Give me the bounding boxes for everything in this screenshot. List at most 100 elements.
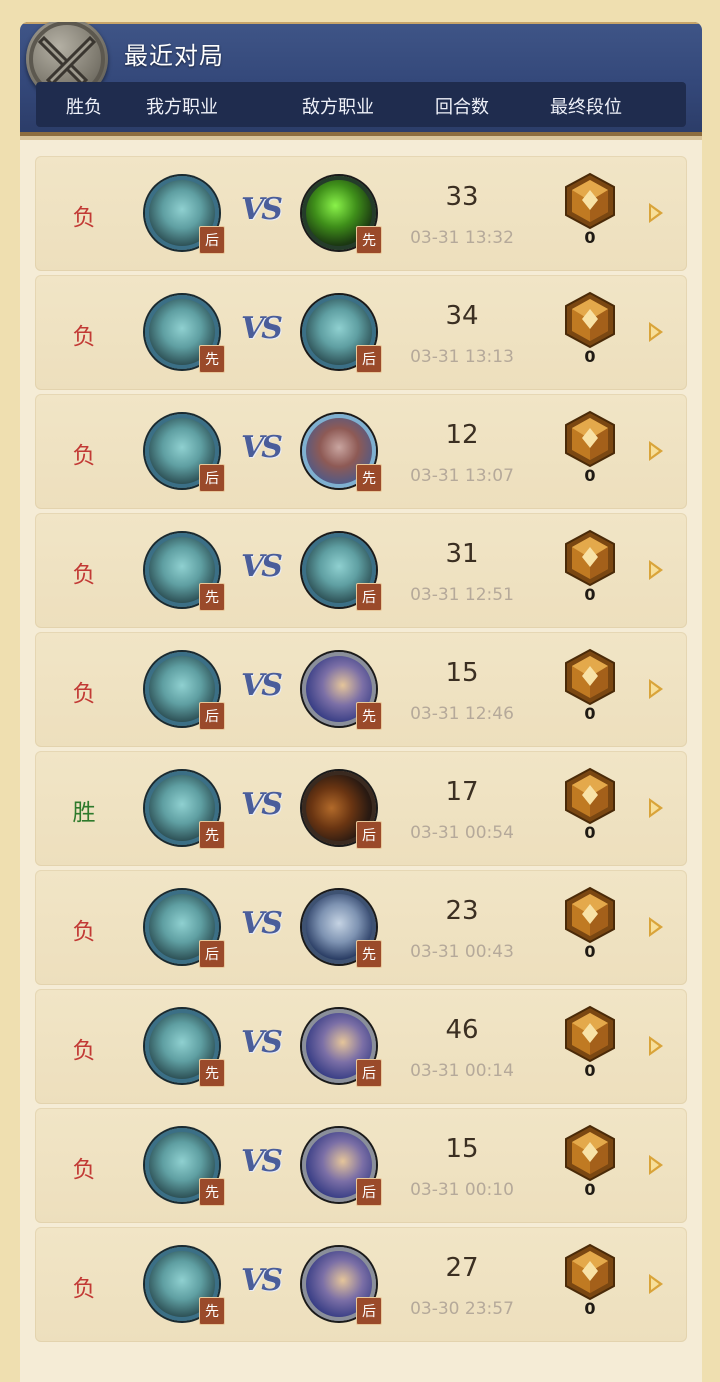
my-class-mage-icon: 先 <box>145 1128 225 1206</box>
match-row[interactable]: 负 先 VS 后 46 03-31 00:14 0 <box>35 989 687 1104</box>
column-my-class: 我方职业 <box>146 97 218 118</box>
opponent-turn-order-badge: 先 <box>356 940 382 968</box>
match-time: 03-31 12:51 <box>410 585 514 605</box>
column-final-rank: 最终段位 <box>550 97 622 118</box>
vs-icon: VS <box>241 192 283 227</box>
match-result: 胜 <box>72 800 96 826</box>
opponent-class-priest-icon: 后 <box>302 1247 382 1325</box>
match-row[interactable]: 负 先 VS 后 31 03-31 12:51 0 <box>35 513 687 628</box>
opponent-class-warrior-icon: 先 <box>302 890 382 968</box>
opponent-turn-order-badge: 后 <box>356 1297 382 1325</box>
my-class-mage-icon: 先 <box>145 771 225 849</box>
match-result: 负 <box>72 919 96 945</box>
play-arrow-icon[interactable] <box>649 441 663 461</box>
play-arrow-icon[interactable] <box>649 798 663 818</box>
match-time: 03-31 13:07 <box>410 466 514 486</box>
rank-value: 0 <box>584 228 596 247</box>
match-result: 负 <box>72 562 96 588</box>
opponent-turn-order-badge: 后 <box>356 821 382 849</box>
match-row[interactable]: 负 先 VS 后 15 03-31 00:10 0 <box>35 1108 687 1223</box>
play-arrow-icon[interactable] <box>649 917 663 937</box>
match-row[interactable]: 胜 先 VS 后 17 03-31 00:54 0 <box>35 751 687 866</box>
match-row[interactable]: 负 先 VS 后 34 03-31 13:13 0 <box>35 275 687 390</box>
rank-gem-icon: 0 <box>563 291 617 371</box>
turn-count: 23 <box>445 896 479 926</box>
rank-value: 0 <box>584 704 596 723</box>
match-row[interactable]: 负 后 VS 先 12 03-31 13:07 0 <box>35 394 687 509</box>
play-arrow-icon[interactable] <box>649 203 663 223</box>
rank-value: 0 <box>584 1299 596 1318</box>
play-arrow-icon[interactable] <box>649 1155 663 1175</box>
match-result: 负 <box>72 681 96 707</box>
turn-count: 27 <box>445 1253 479 1283</box>
match-time: 03-30 23:57 <box>410 1299 514 1319</box>
column-result: 胜负 <box>66 97 102 118</box>
my-turn-order-badge: 先 <box>199 1297 225 1325</box>
match-row[interactable]: 负 先 VS 后 27 03-30 23:57 0 <box>35 1227 687 1342</box>
opponent-turn-order-badge: 先 <box>356 702 382 730</box>
vs-icon: VS <box>241 549 283 584</box>
play-arrow-icon[interactable] <box>649 322 663 342</box>
play-arrow-icon[interactable] <box>649 679 663 699</box>
vs-icon: VS <box>241 787 283 822</box>
match-result: 负 <box>72 324 96 350</box>
vs-icon: VS <box>241 311 283 346</box>
my-class-mage-icon: 后 <box>145 652 225 730</box>
rank-value: 0 <box>584 942 596 961</box>
play-arrow-icon[interactable] <box>649 1036 663 1056</box>
opponent-class-priest-icon: 后 <box>302 1009 382 1087</box>
turn-count: 15 <box>445 1134 479 1164</box>
opponent-class-druid-icon: 先 <box>302 414 382 492</box>
rank-gem-icon: 0 <box>563 1124 617 1204</box>
match-row[interactable]: 负 后 VS 先 33 03-31 13:32 0 <box>35 156 687 271</box>
rank-value: 0 <box>584 823 596 842</box>
rank-gem-icon: 0 <box>563 1005 617 1085</box>
vs-icon: VS <box>241 668 283 703</box>
rank-gem-icon: 0 <box>563 410 617 490</box>
match-time: 03-31 00:54 <box>410 823 514 843</box>
opponent-class-priest-icon: 后 <box>302 1128 382 1206</box>
my-turn-order-badge: 先 <box>199 821 225 849</box>
match-result: 负 <box>72 1038 96 1064</box>
opponent-turn-order-badge: 后 <box>356 1059 382 1087</box>
opponent-class-mage-icon: 后 <box>302 295 382 373</box>
rank-value: 0 <box>584 347 596 366</box>
my-turn-order-badge: 先 <box>199 345 225 373</box>
my-turn-order-badge: 先 <box>199 1059 225 1087</box>
rank-value: 0 <box>584 1180 596 1199</box>
match-row[interactable]: 负 后 VS 先 23 03-31 00:43 0 <box>35 870 687 985</box>
opponent-class-mage-icon: 后 <box>302 533 382 611</box>
match-row[interactable]: 负 后 VS 先 15 03-31 12:46 0 <box>35 632 687 747</box>
vs-icon: VS <box>241 430 283 465</box>
opponent-turn-order-badge: 先 <box>356 226 382 254</box>
rank-value: 0 <box>584 466 596 485</box>
my-turn-order-badge: 后 <box>199 940 225 968</box>
rank-value: 0 <box>584 585 596 604</box>
my-turn-order-badge: 后 <box>199 702 225 730</box>
opponent-class-warlock-icon: 先 <box>302 176 382 254</box>
match-result: 负 <box>72 205 96 231</box>
panel-header: 最近对局 胜负 我方职业 敌方职业 回合数 最终段位 <box>20 22 702 140</box>
my-class-mage-icon: 先 <box>145 1247 225 1325</box>
match-result: 负 <box>72 443 96 469</box>
opponent-class-priest-icon: 先 <box>302 652 382 730</box>
vs-icon: VS <box>241 1263 283 1298</box>
panel-title: 最近对局 <box>124 42 224 70</box>
play-arrow-icon[interactable] <box>649 560 663 580</box>
rank-gem-icon: 0 <box>563 886 617 966</box>
rank-gem-icon: 0 <box>563 1243 617 1323</box>
rank-gem-icon: 0 <box>563 172 617 252</box>
turn-count: 12 <box>445 420 479 450</box>
play-arrow-icon[interactable] <box>649 1274 663 1294</box>
match-time: 03-31 00:10 <box>410 1180 514 1200</box>
my-turn-order-badge: 后 <box>199 464 225 492</box>
vs-icon: VS <box>241 1144 283 1179</box>
turn-count: 33 <box>445 182 479 212</box>
my-class-mage-icon: 先 <box>145 295 225 373</box>
turn-count: 46 <box>445 1015 479 1045</box>
my-class-mage-icon: 先 <box>145 1009 225 1087</box>
column-opponent-class: 敌方职业 <box>302 97 374 118</box>
turn-count: 15 <box>445 658 479 688</box>
opponent-turn-order-badge: 先 <box>356 464 382 492</box>
opponent-turn-order-badge: 后 <box>356 583 382 611</box>
